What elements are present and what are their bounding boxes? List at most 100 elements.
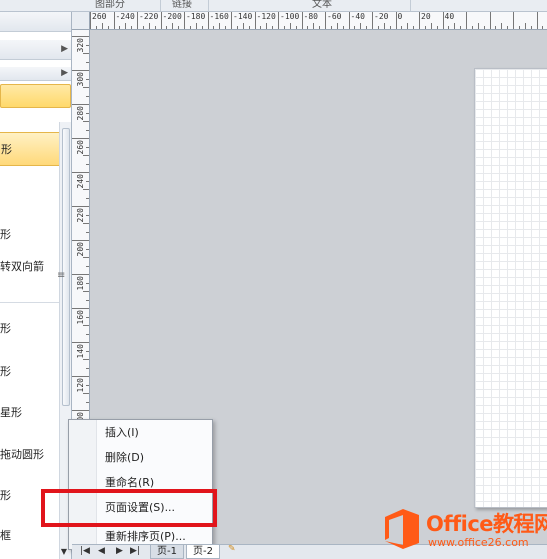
last-page-icon[interactable]: ▶| xyxy=(130,546,140,556)
ruler-minor-tick xyxy=(86,401,89,403)
ruler-minor-tick xyxy=(83,53,89,54)
ruler-tick-label: 200 xyxy=(76,242,85,257)
drawing-page[interactable] xyxy=(474,68,547,508)
ruler-minor-tick xyxy=(95,26,97,29)
ruler-minor-tick xyxy=(518,26,520,29)
ruler-minor-tick xyxy=(536,12,538,29)
ruler-minor-tick xyxy=(172,23,174,29)
menu-item-insert[interactable]: 插入(I) xyxy=(105,424,139,442)
ruler-minor-tick xyxy=(466,12,467,29)
ruler-minor-tick xyxy=(366,26,368,29)
ruler-tick-label: -240 xyxy=(115,12,135,21)
shape-item-label: 拖动圆形 xyxy=(0,448,44,461)
ribbon-group-label[interactable]: 链接 xyxy=(172,0,192,10)
ruler-minor-tick xyxy=(413,26,415,29)
ruler-minor-tick xyxy=(360,23,362,29)
ruler-minor-tick xyxy=(166,26,168,29)
ruler-minor-tick xyxy=(283,26,285,29)
shape-item-label: 形 xyxy=(1,143,12,156)
ruler-minor-tick xyxy=(86,333,89,335)
ruler-minor-tick xyxy=(401,26,403,29)
ruler-tick-label: -220 xyxy=(139,12,159,21)
ruler-minor-tick xyxy=(113,12,115,29)
ruler-minor-tick xyxy=(86,350,89,352)
ruler-minor-tick xyxy=(424,26,426,29)
ribbon-separator xyxy=(410,0,411,11)
ruler-minor-tick xyxy=(178,26,180,29)
ruler-tick-label: 260 xyxy=(76,140,85,155)
ruler-minor-tick xyxy=(86,197,89,199)
first-page-icon[interactable]: |◀ xyxy=(80,546,90,556)
ruler-tick-label: 240 xyxy=(76,174,85,189)
ruler-minor-tick xyxy=(201,26,203,29)
ruler-minor-tick xyxy=(83,155,89,156)
ruler-minor-tick xyxy=(207,12,209,29)
ruler-minor-tick xyxy=(501,23,503,29)
ruler-minor-tick xyxy=(448,26,450,29)
prev-page-icon[interactable]: ◀ xyxy=(98,546,105,556)
ruler-minor-tick xyxy=(86,384,89,386)
horizontal-ruler: 260 -240 -220 -200 -180 -160 -140 -120 -100 -80 -6… xyxy=(90,12,547,30)
ruler-minor-tick xyxy=(83,223,89,224)
watermark-url: www.office26.com xyxy=(428,536,529,549)
ruler-minor-tick xyxy=(142,26,144,29)
watermark-title: Office教程网 xyxy=(426,512,547,536)
office-logo-icon xyxy=(385,509,419,549)
ruler-minor-tick xyxy=(236,26,238,29)
ruler-minor-tick xyxy=(86,316,89,318)
menu-item-delete[interactable]: 删除(D) xyxy=(105,449,144,467)
ruler-minor-tick xyxy=(436,26,438,29)
tab-page-1[interactable]: 页-1 xyxy=(150,545,184,559)
insert-page-icon[interactable]: ✎ xyxy=(228,545,236,554)
ruler-minor-tick xyxy=(513,12,514,29)
ruler-minor-tick xyxy=(213,26,215,29)
expand-arrow-icon[interactable]: ▶ xyxy=(61,44,68,54)
ruler-minor-tick xyxy=(83,189,89,190)
scroll-down-icon[interactable]: ▼ xyxy=(58,547,70,559)
ruler-minor-tick xyxy=(72,342,89,343)
active-stencil-tab[interactable] xyxy=(0,84,71,108)
ruler-minor-tick xyxy=(86,180,89,182)
grip-icon[interactable]: ≡ xyxy=(57,270,65,281)
ruler-minor-tick xyxy=(86,112,89,114)
ruler-minor-tick xyxy=(86,299,89,301)
ruler-minor-tick xyxy=(72,138,89,139)
ruler-minor-tick xyxy=(184,12,185,29)
ruler-minor-tick xyxy=(86,265,89,267)
next-page-icon[interactable]: ▶ xyxy=(116,546,123,556)
ruler-minor-tick xyxy=(72,206,89,207)
highlight-box xyxy=(41,489,217,527)
ruler-minor-tick xyxy=(325,12,326,29)
ruler-minor-tick xyxy=(336,23,338,29)
ruler-minor-tick xyxy=(189,26,191,29)
shape-item-label: 转双向箭 xyxy=(0,260,44,273)
shape-item-label: 框 xyxy=(0,529,11,542)
ruler-tick-label: -60 xyxy=(327,12,342,21)
scrollbar-thumb[interactable] xyxy=(62,128,70,406)
expand-arrow-icon[interactable]: ▶ xyxy=(61,68,68,78)
ruler-minor-tick xyxy=(131,26,133,29)
ruler-minor-tick xyxy=(86,44,89,46)
shape-item-label: 形 xyxy=(0,489,11,502)
ruler-minor-tick xyxy=(72,376,89,377)
ruler-minor-tick xyxy=(389,26,391,29)
ruler-minor-tick xyxy=(266,23,268,29)
ruler-minor-tick xyxy=(354,26,356,29)
ruler-tick-label: -20 xyxy=(374,12,389,21)
ruler-minor-tick xyxy=(160,12,162,29)
ruler-minor-tick xyxy=(83,87,89,88)
ribbon-group-label[interactable]: 文本 xyxy=(312,0,332,10)
ruler-minor-tick xyxy=(83,291,89,292)
ruler-minor-tick xyxy=(419,12,420,29)
more-shapes-bar[interactable]: ▶ xyxy=(0,40,71,60)
ruler-minor-tick xyxy=(295,26,297,29)
quick-shapes-bar[interactable]: ▶ xyxy=(0,67,71,81)
ruler-minor-tick xyxy=(86,78,89,80)
ruler-minor-tick xyxy=(86,367,89,369)
ribbon-group-label[interactable]: 图部分 xyxy=(95,0,125,10)
tab-page-2[interactable]: 页-2 xyxy=(186,545,220,559)
ruler-tick-label: -200 xyxy=(162,12,182,21)
shape-item-label: 形 xyxy=(0,228,11,241)
ruler-minor-tick xyxy=(83,121,89,122)
ruler-minor-tick xyxy=(307,26,309,29)
